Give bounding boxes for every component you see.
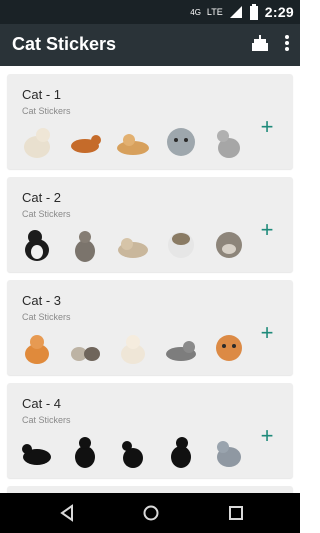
tuxedo-cat-sticker bbox=[25, 230, 49, 261]
add-pack-button[interactable]: + bbox=[257, 425, 277, 447]
black-cat-crouching-sticker bbox=[22, 444, 51, 465]
white-cat-sitting-sticker bbox=[24, 128, 50, 158]
sticker-pack-card-partial[interactable] bbox=[7, 486, 293, 493]
grey-cat-sitting-sticker bbox=[217, 130, 240, 158]
status-icons: 4G LTE 2:29 bbox=[190, 3, 294, 21]
back-icon[interactable] bbox=[58, 503, 78, 523]
lte-label: LTE bbox=[206, 7, 223, 17]
pack-subtitle: Cat Stickers bbox=[22, 106, 71, 116]
cat-lying-grey-sticker bbox=[166, 341, 196, 361]
pack-subtitle: Cat Stickers bbox=[22, 312, 71, 322]
cake-icon[interactable] bbox=[250, 33, 270, 53]
pack-subtitle: Cat Stickers bbox=[22, 415, 71, 425]
pack-title: Cat - 4 bbox=[22, 396, 62, 411]
network-4g-icon: 4G bbox=[190, 7, 201, 17]
more-vert-icon[interactable] bbox=[284, 34, 290, 52]
signal-icon bbox=[229, 6, 242, 18]
sticker-thumbnails bbox=[17, 225, 249, 265]
sticker-pack-card[interactable]: Cat - 3 Cat Stickers + bbox=[7, 280, 293, 375]
sticker-pack-list[interactable]: Cat - 1 Cat Stickers + Cat - 2 Cat Stick… bbox=[0, 66, 300, 493]
pack-title: Cat - 3 bbox=[22, 293, 62, 308]
cat-lying-sticker bbox=[118, 238, 148, 258]
sticker-pack-card[interactable]: Cat - 1 Cat Stickers + bbox=[7, 74, 293, 169]
status-bar: 4G LTE 2:29 bbox=[0, 0, 300, 24]
battery-icon bbox=[249, 4, 258, 20]
blue-grey-cat-sticker bbox=[217, 441, 241, 467]
tabby-cat-sitting-sticker bbox=[75, 231, 95, 262]
orange-cat-lying-sticker bbox=[117, 134, 149, 155]
recents-icon[interactable] bbox=[226, 503, 246, 523]
white-kitten-sticker bbox=[121, 335, 145, 364]
black-cat-side-sticker bbox=[122, 441, 143, 468]
navigation-bar bbox=[0, 493, 300, 533]
pack-subtitle: Cat Stickers bbox=[22, 209, 71, 219]
add-pack-button[interactable]: + bbox=[257, 116, 277, 138]
grey-cat-face-sticker bbox=[167, 128, 195, 156]
sticker-thumbnails bbox=[17, 431, 249, 471]
sticker-pack-card[interactable]: Cat - 4 Cat Stickers + bbox=[7, 383, 293, 478]
sticker-pack-card[interactable]: Cat - 2 Cat Stickers + bbox=[7, 177, 293, 272]
status-time: 2:29 bbox=[264, 4, 294, 20]
black-cat-back-sticker bbox=[171, 437, 191, 468]
add-pack-button[interactable]: + bbox=[257, 322, 277, 344]
black-cat-sitting-sticker bbox=[75, 437, 95, 468]
app-actions bbox=[250, 33, 290, 53]
white-cat-face-sticker bbox=[168, 232, 194, 258]
ginger-kitten-sticker bbox=[25, 335, 49, 364]
add-pack-button[interactable]: + bbox=[257, 219, 277, 241]
orange-cat-walking-sticker bbox=[71, 135, 101, 153]
kittens-pair-sticker bbox=[71, 347, 100, 361]
pack-title: Cat - 1 bbox=[22, 87, 62, 102]
pack-title: Cat - 2 bbox=[22, 190, 62, 205]
sticker-thumbnails bbox=[17, 122, 249, 162]
ginger-kitten-face-sticker bbox=[216, 335, 242, 361]
tabby-cat-face-sticker bbox=[216, 232, 242, 258]
home-icon[interactable] bbox=[141, 503, 161, 523]
app-title: Cat Stickers bbox=[12, 34, 117, 54]
sticker-thumbnails bbox=[17, 328, 249, 368]
app-bar: Cat Stickers bbox=[0, 24, 300, 66]
